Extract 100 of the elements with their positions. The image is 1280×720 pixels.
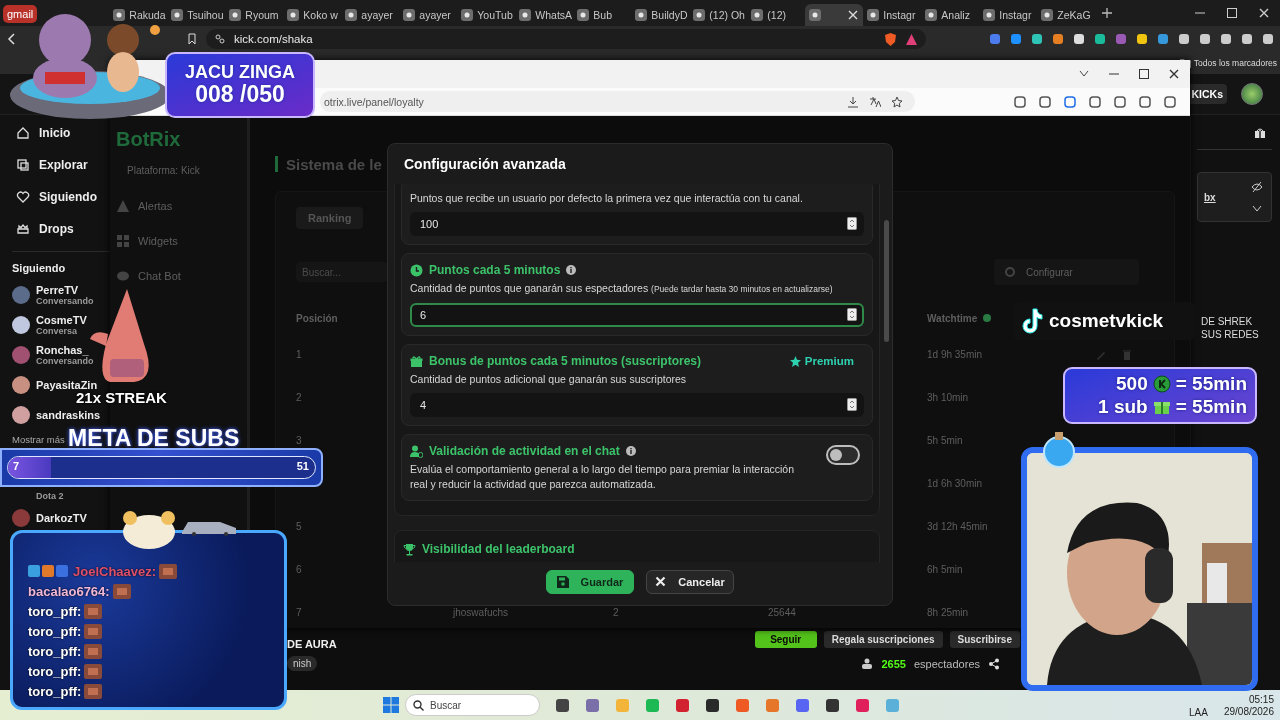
reward-line: 1 sub = 55min <box>1098 395 1247 419</box>
nav-item[interactable]: Inicio <box>16 123 71 143</box>
extension-icon[interactable] <box>1178 33 1190 45</box>
extension-icon[interactable] <box>1014 95 1026 108</box>
cancel-button[interactable]: Cancelar <box>646 569 734 594</box>
extension-icon[interactable] <box>1199 33 1211 45</box>
eye-off-icon[interactable] <box>1251 181 1263 193</box>
extension-icon[interactable] <box>1052 33 1064 45</box>
avatar[interactable] <box>1241 83 1263 105</box>
extension-icon[interactable] <box>1089 95 1101 108</box>
extension-icon[interactable] <box>1073 33 1085 45</box>
link[interactable]: bx <box>1204 191 1216 203</box>
browser-tab[interactable]: BuildyD <box>631 4 690 26</box>
kicks-button[interactable]: KICKs <box>1187 84 1227 104</box>
browser-tab[interactable]: Koko w <box>283 4 342 26</box>
extension-icon[interactable] <box>1220 33 1232 45</box>
browser-tab[interactable]: YouTub <box>457 4 516 26</box>
browser-tab[interactable]: (12) Oh <box>689 4 748 26</box>
extension-icon[interactable] <box>1262 33 1274 45</box>
browser-tab[interactable]: Rakuda <box>109 4 168 26</box>
channel-item[interactable]: PerreTV Conversando <box>12 280 94 310</box>
extension-icon[interactable] <box>1010 33 1022 45</box>
site-icon <box>229 9 242 21</box>
chevron-icon[interactable] <box>1078 70 1090 78</box>
star-icon[interactable] <box>891 95 903 108</box>
avatar <box>12 346 30 364</box>
browser-tab[interactable]: Analiz <box>921 4 980 26</box>
toggle-switch[interactable] <box>826 445 860 465</box>
info-icon[interactable] <box>625 446 636 456</box>
extension-icon[interactable] <box>1094 33 1106 45</box>
site-icon <box>693 9 706 21</box>
extension-icon[interactable] <box>1157 33 1169 45</box>
browser-tab[interactable]: WhatsA <box>515 4 574 26</box>
browser-tab[interactable]: (12) <box>747 4 806 26</box>
browser-tab[interactable]: Tsuihou <box>167 4 226 26</box>
browser-tab[interactable]: Instagr <box>979 4 1038 26</box>
site-icon <box>403 9 416 21</box>
extension-icon[interactable] <box>1114 95 1126 108</box>
shield-icon[interactable] <box>884 32 897 46</box>
nav-item[interactable]: Drops <box>16 219 74 239</box>
browser-tab[interactable]: ayayer <box>399 4 458 26</box>
channel-item[interactable]: Ronchas_ Conversando <box>12 340 94 370</box>
stream-button[interactable]: Seguir <box>754 630 817 648</box>
bookmark-icon[interactable] <box>186 33 198 45</box>
site-icon <box>345 9 358 21</box>
clock[interactable]: 05:15 29/08/2026 <box>1223 694 1274 718</box>
number-field[interactable]: 4 <box>410 393 864 417</box>
site-info-icon[interactable] <box>214 33 226 45</box>
search-field[interactable]: Buscar <box>405 694 540 716</box>
stream-button[interactable]: Regala suscripciones <box>823 630 943 648</box>
triangle-icon[interactable] <box>905 32 918 46</box>
app-icon[interactable] <box>826 698 839 712</box>
back-icon[interactable] <box>6 33 18 45</box>
browser-tab[interactable]: Instagr <box>863 4 922 26</box>
app-icon[interactable] <box>706 698 719 712</box>
info-icon[interactable] <box>566 265 577 275</box>
translate-icon[interactable] <box>869 95 881 108</box>
close-icon[interactable] <box>1168 68 1180 80</box>
share-icon[interactable] <box>988 657 1000 670</box>
extension-icon[interactable] <box>1064 95 1076 108</box>
browser-tab[interactable]: Bub <box>573 4 632 26</box>
app-icon[interactable] <box>556 698 569 712</box>
extension-icon[interactable] <box>1031 33 1043 45</box>
number-field[interactable]: 100 <box>410 212 864 236</box>
scrollbar-thumb[interactable] <box>884 220 889 342</box>
save-button[interactable]: Guardar <box>546 569 634 594</box>
stream-tag[interactable]: nish <box>287 656 318 671</box>
channel-item[interactable]: CosmeTV Conversa <box>12 310 87 340</box>
download-icon[interactable] <box>847 95 859 108</box>
stream-button[interactable]: Suscribirse <box>949 630 1020 648</box>
nav-item[interactable]: Siguiendo <box>16 187 97 207</box>
browser-tab[interactable]: Ryoum <box>225 4 284 26</box>
channel-item[interactable]: DarkozTV <box>12 507 87 529</box>
browser-tab[interactable]: gmail <box>3 5 38 23</box>
extension-icon[interactable] <box>1241 33 1253 45</box>
show-more-link[interactable]: Mostrar más <box>12 434 65 445</box>
spinner-icon[interactable] <box>847 217 857 230</box>
extension-icon[interactable] <box>1139 95 1151 108</box>
nav-item[interactable]: Explorar <box>16 155 88 175</box>
address-bar[interactable]: kick.com/shaka <box>206 29 926 49</box>
browser-tab[interactable] <box>805 4 864 26</box>
plus-icon[interactable] <box>1101 7 1114 19</box>
emote-icon <box>84 683 103 699</box>
gift-icon[interactable] <box>1254 127 1266 139</box>
address-bar[interactable]: otrix.live/panel/loyalty <box>320 91 915 112</box>
channel-item[interactable]: Dota 2 <box>12 489 64 503</box>
browser-tab[interactable]: ayayer <box>341 4 400 26</box>
number-field[interactable]: 6 <box>410 303 864 327</box>
menu-item-icon <box>116 198 130 213</box>
extension-icon[interactable] <box>1164 95 1176 108</box>
spinner-icon[interactable] <box>847 308 857 321</box>
extension-icon[interactable] <box>1136 33 1148 45</box>
maximize-icon[interactable] <box>1138 68 1150 80</box>
spinner-icon[interactable] <box>847 398 857 411</box>
chat-username: toro_pff: <box>28 683 82 699</box>
close-icon[interactable] <box>847 9 860 21</box>
channel-item[interactable]: sandraskins <box>12 404 101 426</box>
extension-icon[interactable] <box>1039 95 1051 108</box>
browser-tab[interactable]: ZeKaG <box>1037 4 1096 26</box>
language-indicator[interactable]: LAA <box>1189 707 1208 718</box>
